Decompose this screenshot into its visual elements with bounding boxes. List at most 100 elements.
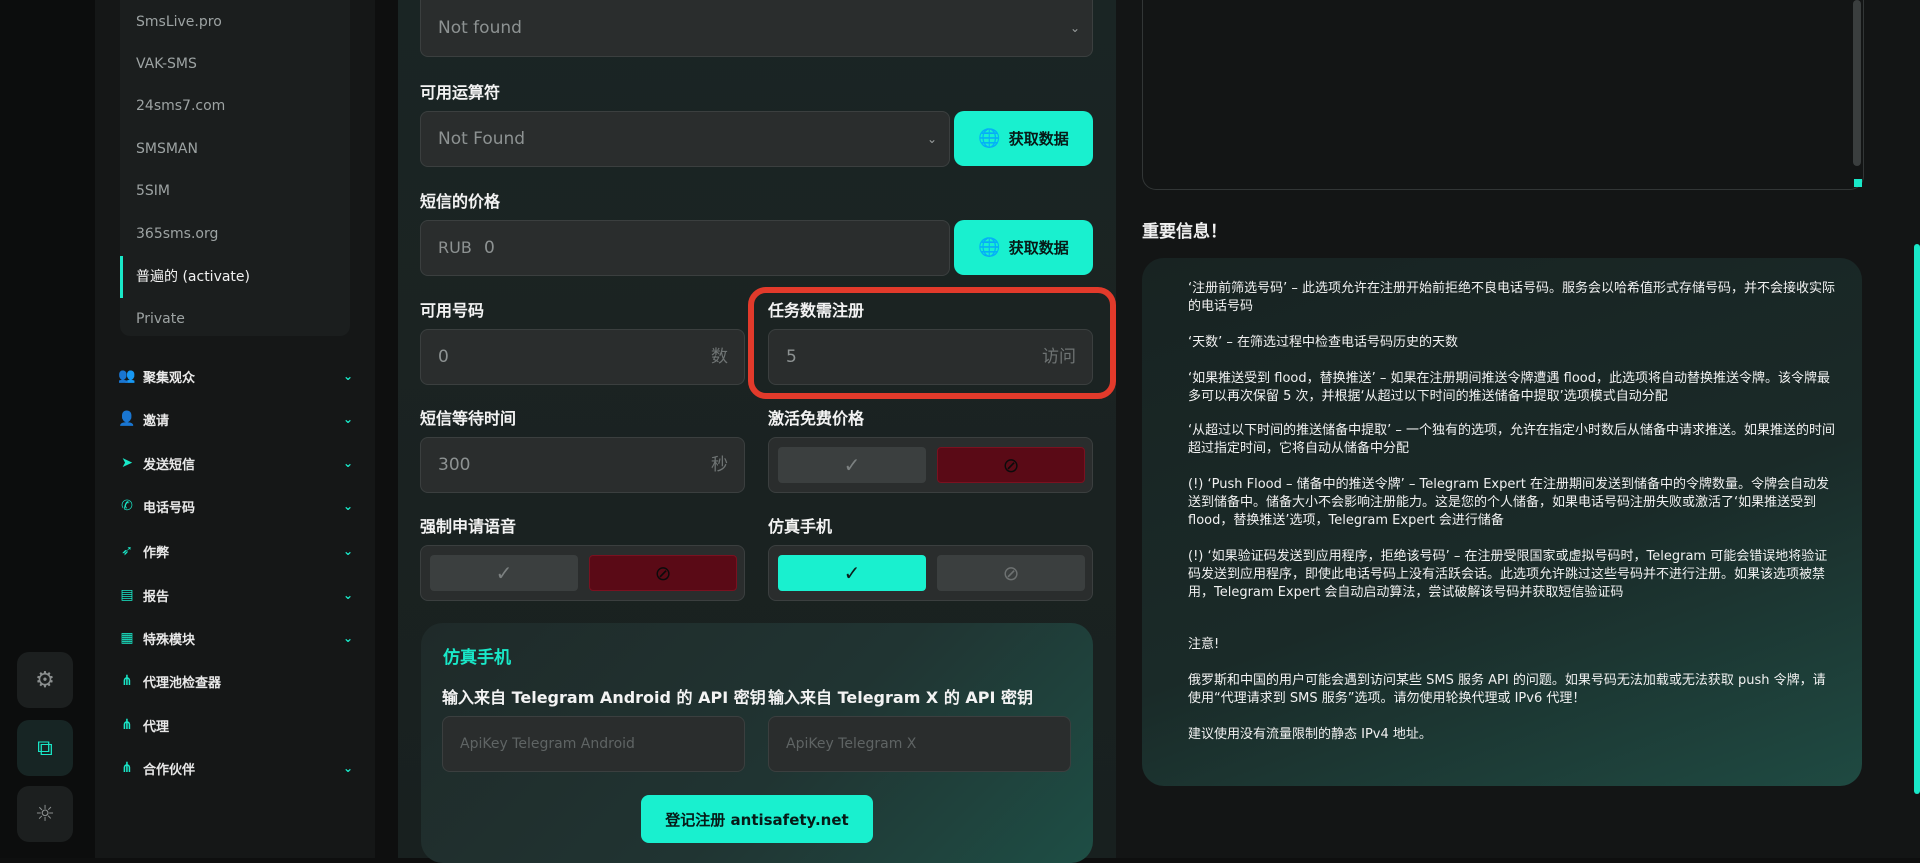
emulate-phone-toggle: ✓ ⊘ <box>768 545 1093 601</box>
menu-special-modules[interactable]: ▦ 特殊模块 ⌄ <box>117 625 353 651</box>
x-api-input[interactable]: ApiKey Telegram X <box>768 716 1071 772</box>
operator-label: 可用运算符 <box>420 83 501 102</box>
force-voice-toggle: ✓ ⊘ <box>420 545 745 601</box>
menu-label: 代理池检查器 <box>143 675 222 691</box>
highlight-box <box>748 287 1116 399</box>
chevron-down-icon: ⌄ <box>342 588 353 602</box>
info-paragraph: ‘天数’ – 在筛选过程中检查电话号码历史的天数 <box>1188 335 1459 350</box>
menu-cheat[interactable]: ➶ 作弊 ⌄ <box>117 538 353 564</box>
log-textarea[interactable] <box>1142 0 1864 190</box>
available-numbers-label: 可用号码 <box>420 301 485 320</box>
menu-label: 特殊模块 <box>143 632 196 648</box>
info-paragraph: ‘注册前筛选号码’ – 此选项允许在注册开始前拒绝不良电话号码。服务会以哈希值形… <box>1188 281 1836 314</box>
info-paragraph: (!) ‘如果验证码发送到应用程序，拒绝该号码’ – 在注册受限国家或虚拟号码时… <box>1188 549 1828 600</box>
free-price-label: 激活免费价格 <box>768 409 865 428</box>
ban-icon[interactable]: ⊘ <box>937 555 1085 591</box>
sidebar-item-smslive[interactable]: SmsLive.pro <box>136 12 222 32</box>
ban-icon[interactable]: ⊘ <box>937 447 1085 483</box>
chevron-down-icon: ⌄ <box>342 631 353 645</box>
sidebar-item-5sim[interactable]: 5SIM <box>136 181 170 201</box>
chevron-down-icon: ⌄ <box>342 499 353 513</box>
operator-select[interactable]: Not Found ⌄ <box>420 111 950 167</box>
sms-wait-label: 短信等待时间 <box>420 409 517 428</box>
chevron-down-icon: ⌄ <box>342 369 353 383</box>
operator-select-value: Not Found <box>438 129 526 149</box>
fetch-operators-button[interactable]: 🌐 获取数据 <box>954 111 1093 166</box>
price-field[interactable]: RUB 0 <box>420 220 950 276</box>
active-indicator <box>120 256 123 298</box>
menu-label: 作弊 <box>143 545 170 561</box>
menu-label: 发送短信 <box>143 457 196 473</box>
network-icon: ⋔ <box>121 760 133 776</box>
sun-icon[interactable]: ☼ <box>17 786 73 842</box>
sms-service-list: SmsLive.pro VAK-SMS 24sms7.com SMSMAN 5S… <box>120 0 350 336</box>
globe-icon: 🌐 <box>978 237 1001 258</box>
x-api-label: 输入来自 Telegram X 的 API 密钥 <box>768 688 1034 707</box>
force-voice-label: 强制申请语音 <box>420 517 517 536</box>
free-price-toggle: ✓ ⊘ <box>768 437 1093 493</box>
android-api-input[interactable]: ApiKey Telegram Android <box>442 716 745 772</box>
chevron-down-icon: ⌄ <box>342 761 353 775</box>
android-api-label: 输入来自 Telegram Android 的 API 密钥 <box>442 688 766 707</box>
info-title: 重要信息！ <box>1142 222 1227 242</box>
chevron-down-icon: ⌄ <box>342 456 353 470</box>
menu-phone-numbers[interactable]: ✆ 电话号码 ⌄ <box>117 493 353 519</box>
button-label: 获取数据 <box>1008 239 1069 257</box>
menu-report[interactable]: ▤ 报告 ⌄ <box>117 582 353 608</box>
sidebar-item-365sms[interactable]: 365sms.org <box>136 224 218 244</box>
gear-icon[interactable]: ⚙ <box>17 652 73 708</box>
menu-partners[interactable]: ⋔ 合作伙伴 ⌄ <box>117 755 353 781</box>
sidebar-item-private[interactable]: Private <box>136 309 185 329</box>
info-paragraph: (!) ‘Push Flood – 储备中的推送令牌’ – Telegram E… <box>1188 477 1829 528</box>
info-paragraph: 注意! <box>1188 637 1220 652</box>
check-icon[interactable]: ✓ <box>430 555 578 591</box>
country-select[interactable]: Not found ⌄ <box>420 0 1093 57</box>
sidebar-item-vak-sms[interactable]: VAK-SMS <box>136 54 197 74</box>
sidebar-item-smsman[interactable]: SMSMAN <box>136 139 198 159</box>
fetch-price-button[interactable]: 🌐 获取数据 <box>954 220 1093 275</box>
chevron-down-icon: ⌄ <box>926 132 937 146</box>
user-plus-icon: 👤 <box>118 411 136 427</box>
menu-label: 报告 <box>143 589 170 605</box>
chevron-down-icon: ⌄ <box>342 412 353 426</box>
menu-label: 合作伙伴 <box>143 762 196 778</box>
currency-prefix: RUB <box>438 238 472 257</box>
available-numbers-field[interactable]: 0 数 <box>420 329 745 385</box>
phone-icon: ✆ <box>121 498 133 514</box>
sidebar-item-activate[interactable]: 普遍的 (activate) <box>136 267 250 287</box>
network-icon: ⋔ <box>121 673 133 689</box>
module-icon: ▦ <box>120 630 134 646</box>
menu-label: 邀请 <box>143 413 170 429</box>
check-icon[interactable]: ✓ <box>778 555 926 591</box>
page-scrollbar[interactable] <box>1914 244 1920 794</box>
resize-handle[interactable] <box>1854 179 1862 187</box>
send-icon: ➤ <box>121 455 133 471</box>
button-label: 获取数据 <box>1008 130 1069 148</box>
available-numbers-value: 0 <box>438 347 449 367</box>
report-icon: ▤ <box>120 587 134 603</box>
external-link-icon[interactable]: ⧉ <box>17 720 73 776</box>
globe-icon: 🌐 <box>978 128 1001 149</box>
menu-send-sms[interactable]: ➤ 发送短信 ⌄ <box>117 450 353 476</box>
sms-wait-field[interactable]: 300 秒 <box>420 437 745 493</box>
menu-invite[interactable]: 👤 邀请 ⌄ <box>117 406 353 432</box>
check-icon[interactable]: ✓ <box>778 447 926 483</box>
menu-proxy[interactable]: ⋔ 代理 <box>117 712 353 738</box>
country-select-value: Not found <box>438 18 522 38</box>
menu-audience[interactable]: 👥 聚集观众 ⌄ <box>117 363 353 389</box>
sidebar: SmsLive.pro VAK-SMS 24sms7.com SMSMAN 5S… <box>95 0 375 858</box>
card-title: 仿真手机 <box>443 648 511 668</box>
textarea-scrollbar[interactable] <box>1853 0 1861 166</box>
ban-icon[interactable]: ⊘ <box>589 555 737 591</box>
info-paragraph: 建议使用没有流量限制的静态 IPv4 地址。 <box>1188 727 1432 742</box>
chevron-down-icon: ⌄ <box>342 544 353 558</box>
emulate-phone-label: 仿真手机 <box>768 517 833 536</box>
sidebar-item-24sms7[interactable]: 24sms7.com <box>136 96 225 116</box>
available-numbers-suffix: 数 <box>711 347 728 367</box>
register-antisafety-button[interactable]: 登记注册 antisafety.net <box>641 795 873 843</box>
sms-wait-value: 300 <box>438 455 471 475</box>
chevron-down-icon: ⌄ <box>1069 21 1080 35</box>
menu-label: 聚集观众 <box>143 370 196 386</box>
menu-proxy-checker[interactable]: ⋔ 代理池检查器 <box>117 668 353 694</box>
menu-label: 代理 <box>143 719 170 735</box>
